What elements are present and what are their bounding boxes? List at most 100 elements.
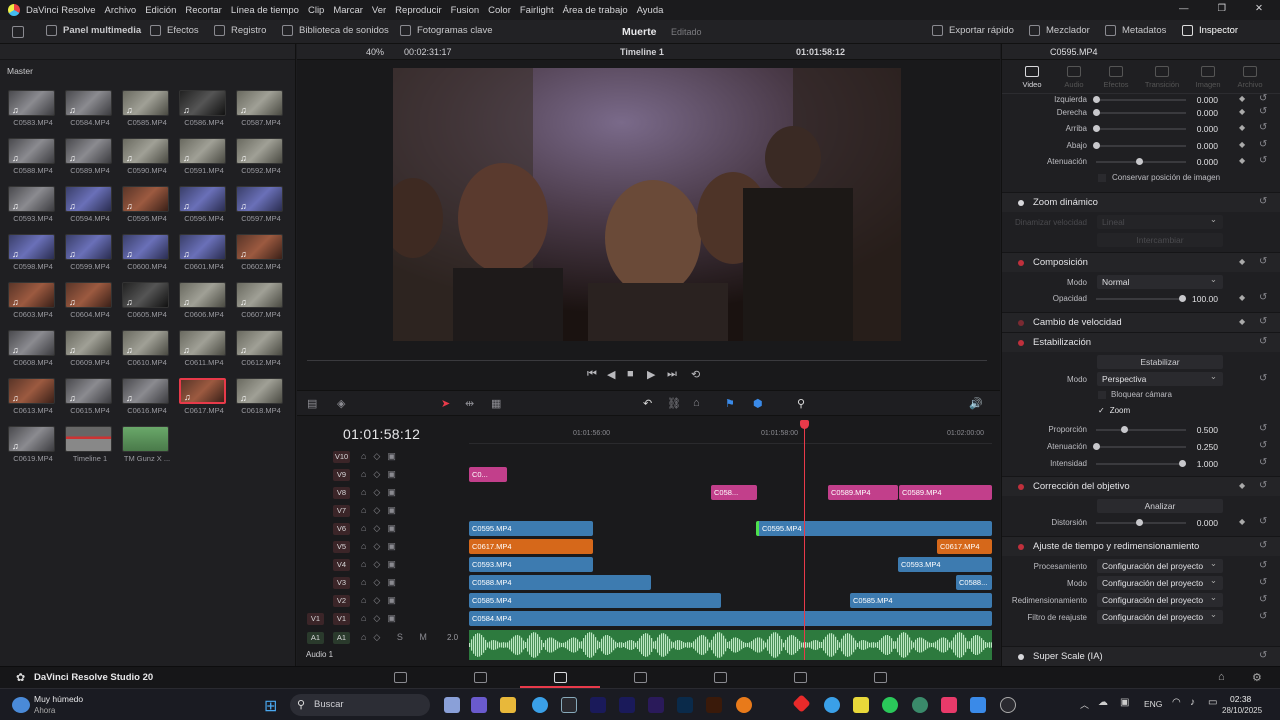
flag-icon[interactable]: ⚑ — [725, 397, 735, 410]
tab-file[interactable]: Archivo — [1230, 66, 1270, 89]
reset-icon[interactable]: ↺ — [1259, 139, 1267, 150]
tray-chevron-icon[interactable]: ︿ — [1080, 698, 1089, 711]
media-encoder-icon[interactable] — [648, 697, 664, 713]
stop-icon[interactable]: ■ — [627, 368, 634, 380]
media-clip[interactable]: C0616.MP4 — [122, 378, 172, 415]
clip-v8-3[interactable]: C0589.MP4 — [899, 485, 992, 500]
menu-fairlight[interactable]: Fairlight — [520, 5, 554, 16]
menu-fusion[interactable]: Fusion — [451, 5, 480, 16]
color-page-icon[interactable] — [714, 672, 727, 683]
track-label[interactable]: V8 — [333, 487, 350, 499]
clock-time[interactable]: 02:38 — [1230, 694, 1251, 704]
keyframe-icon[interactable]: ◆ — [1239, 317, 1245, 326]
crop-bottom-value[interactable]: 0.000 — [1182, 141, 1218, 151]
track-label[interactable]: V5 — [333, 541, 350, 553]
edit-page-icon[interactable] — [554, 672, 567, 683]
stab-ratio-slider[interactable] — [1096, 429, 1186, 431]
track-controls-icon[interactable]: ⌂◇▣ — [361, 451, 403, 462]
zoom-checkbox[interactable]: ✓ Zoom — [1098, 406, 1130, 415]
stab-ratio-value[interactable]: 0.500 — [1182, 425, 1218, 435]
zoom-icon[interactable]: ⚲ — [797, 397, 805, 410]
distortion-value[interactable]: 0.000 — [1182, 518, 1218, 528]
crop-top-knob[interactable] — [1093, 125, 1100, 132]
track-controls-icon[interactable]: ⌂◇▣ — [361, 523, 403, 534]
fusion-page-icon[interactable] — [634, 672, 647, 683]
stab-ratio-knob[interactable] — [1121, 426, 1128, 433]
a1-controls-icon[interactable]: ⌂◇ S M — [361, 632, 434, 643]
reset-icon[interactable]: ↺ — [1259, 516, 1267, 527]
task-view-icon[interactable] — [444, 697, 460, 713]
menu-clip[interactable]: Clip — [308, 5, 324, 16]
clip-v5-2[interactable]: C0617.MP4 — [937, 539, 992, 554]
chrome-icon[interactable] — [532, 697, 548, 713]
reset-icon[interactable]: ↺ — [1259, 611, 1267, 622]
play-icon[interactable]: ▶ — [647, 368, 655, 381]
track-controls-icon[interactable]: ⌂◇▣ — [361, 595, 403, 606]
track-controls-icon[interactable]: ⌂◇▣ — [361, 505, 403, 516]
clip-v1-1[interactable]: C0584.MP4 — [469, 611, 992, 626]
media-clip[interactable]: C0594.MP4 — [65, 186, 115, 223]
keyframes-button[interactable]: Fotogramas clave — [400, 25, 493, 36]
clip-v2-2[interactable]: C0585.MP4 — [850, 593, 992, 608]
reset-icon[interactable]: ↺ — [1259, 196, 1267, 207]
section-enable-toggle[interactable] — [1018, 200, 1024, 206]
menu-archivo[interactable]: Archivo — [105, 5, 137, 16]
camera-lock-checkbox[interactable]: Bloquear cámara — [1098, 390, 1172, 399]
teams-icon[interactable] — [471, 697, 487, 713]
retime-process-dropdown[interactable]: Configuración del proyecto — [1097, 556, 1223, 573]
media-clip[interactable]: C0588.MP4 — [8, 138, 58, 175]
media-clip[interactable]: C0585.MP4 — [122, 90, 172, 127]
weather-condition[interactable]: Muy húmedo — [34, 694, 83, 704]
media-clip[interactable]: C0586.MP4 — [179, 90, 229, 127]
reset-icon[interactable]: ↺ — [1259, 440, 1267, 451]
crop-softness-value[interactable]: 0.000 — [1182, 157, 1218, 167]
volume-icon[interactable]: 🔊 — [969, 397, 983, 410]
opacity-slider[interactable] — [1096, 298, 1186, 300]
reset-icon[interactable]: ↺ — [1259, 336, 1267, 347]
app-icon-blue[interactable] — [970, 697, 986, 713]
clip-v3-1[interactable]: C0588.MP4 — [469, 575, 651, 590]
section-retime-scaling[interactable]: Ajuste de tiempo y redimensionamiento ↺ — [1002, 536, 1280, 556]
media-clip[interactable]: C0610.MP4 — [122, 330, 172, 367]
track-controls-icon[interactable]: ⌂◇▣ — [361, 559, 403, 570]
media-clip[interactable]: C0603.MP4 — [8, 282, 58, 319]
settings-gear-icon[interactable]: ⚙ — [1252, 671, 1262, 684]
reset-icon[interactable]: ↺ — [1259, 457, 1267, 468]
stab-strength-value[interactable]: 1.000 — [1182, 459, 1218, 469]
media-clip[interactable]: C0607.MP4 — [236, 282, 286, 319]
track-controls-icon[interactable]: ⌂◇▣ — [361, 541, 403, 552]
stab-mode-dropdown[interactable]: Perspectiva — [1097, 369, 1223, 386]
bin-name[interactable]: Master — [7, 66, 33, 76]
section-lens-correction[interactable]: Corrección del objetivo ◆ ↺ — [1002, 476, 1280, 496]
speaker-icon[interactable]: ♪ — [1190, 697, 1195, 708]
timeline-ruler[interactable]: 01:01:56:00 01:01:58:00 01:02:00:00 — [469, 422, 992, 444]
close-icon[interactable]: ✕ — [1255, 3, 1263, 14]
keyframe-icon[interactable]: ◆ — [1239, 107, 1245, 116]
media-clip[interactable]: C0596.MP4 — [179, 186, 229, 223]
section-super-scale[interactable]: Super Scale (IA) ↺ — [1002, 646, 1280, 666]
reset-icon[interactable]: ↺ — [1259, 93, 1267, 104]
tab-video[interactable]: Video — [1012, 66, 1052, 89]
reset-icon[interactable]: ↺ — [1259, 155, 1267, 166]
crop-top-value[interactable]: 0.000 — [1182, 124, 1218, 134]
app-icon-circle[interactable] — [1000, 697, 1016, 713]
clip-v4-2[interactable]: C0593.MP4 — [898, 557, 992, 572]
whatsapp-icon[interactable] — [882, 697, 898, 713]
inspector-button[interactable]: Inspector — [1182, 25, 1238, 36]
media-page-icon[interactable] — [394, 672, 407, 683]
tiktok-icon[interactable] — [941, 697, 957, 713]
menu-ayuda[interactable]: Ayuda — [637, 5, 664, 16]
media-clip[interactable]: C0602.MP4 — [236, 234, 286, 271]
media-clip[interactable]: C0592.MP4 — [236, 138, 286, 175]
menu-reproducir[interactable]: Reproducir — [395, 5, 441, 16]
opacity-value[interactable]: 100.00 — [1182, 294, 1218, 304]
home-icon[interactable]: ⌂ — [1218, 671, 1225, 683]
metadata-button[interactable]: Metadatos — [1105, 25, 1166, 36]
crop-bottom-slider[interactable] — [1096, 145, 1186, 147]
illustrator-icon[interactable] — [706, 697, 722, 713]
scaling-dropdown[interactable]: Configuración del proyecto — [1097, 590, 1223, 607]
dz-ease-dropdown[interactable]: Lineal — [1097, 212, 1223, 229]
track-label[interactable]: V3 — [333, 577, 350, 589]
cut-page-icon[interactable] — [474, 672, 487, 683]
snapping-icon[interactable]: ↶ — [643, 397, 652, 410]
